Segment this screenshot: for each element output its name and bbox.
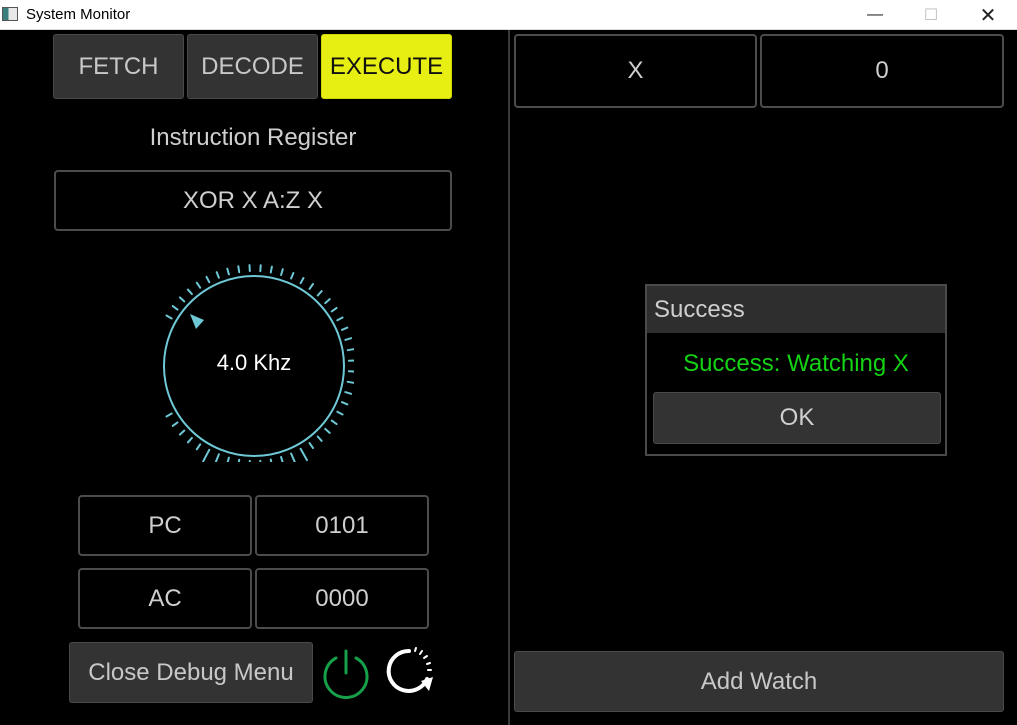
dial-tick (237, 265, 241, 274)
dial-tick (226, 267, 230, 276)
dial-tick (280, 456, 286, 471)
dial-tick (269, 265, 273, 274)
dial-tick (236, 458, 241, 474)
dial-tick (308, 283, 314, 290)
execute-button[interactable]: EXECUTE (321, 34, 452, 99)
dial-tick (336, 410, 344, 416)
dial-tick (248, 459, 251, 475)
dial-tick (165, 412, 173, 418)
register-value-pc: 0101 (255, 495, 429, 556)
watch-variable-name: X (514, 34, 757, 108)
dial-tick (324, 298, 331, 305)
restart-button[interactable] (383, 645, 435, 697)
window-title: System Monitor (26, 6, 131, 23)
title-bar: System Monitor — ☐ ✕ (0, 0, 1017, 30)
dial-tick (316, 435, 323, 442)
power-button[interactable] (321, 647, 371, 699)
dial-tick (299, 277, 305, 285)
dial-tick (316, 290, 323, 297)
dial-tick (213, 453, 220, 468)
fetch-button[interactable]: FETCH (53, 34, 184, 99)
dialog-ok-button[interactable]: OK (653, 392, 941, 444)
add-watch-button[interactable]: Add Watch (514, 651, 1004, 712)
dial-tick (186, 288, 193, 296)
dial-tick (171, 421, 179, 427)
register-value-ac: 0000 (255, 568, 429, 629)
panel-divider (508, 30, 510, 725)
clock-speed-label: 4.0 Khz (216, 350, 292, 375)
dial-tick (259, 459, 263, 475)
minimize-button[interactable]: — (846, 0, 904, 30)
dialog-message: Success: Watching X (683, 350, 909, 377)
dial-tick (290, 272, 295, 280)
dial-pointer-icon (190, 314, 204, 329)
register-name-pc: PC (78, 495, 252, 556)
dial-tick (215, 271, 220, 279)
close-button[interactable]: ✕ (959, 0, 1017, 30)
dial-tick (195, 281, 202, 289)
dial-tick (340, 401, 349, 406)
register-name-ac: AC (78, 568, 252, 629)
restart-icon (386, 647, 433, 693)
app-icon (2, 7, 18, 21)
instruction-register-heading: Instruction Register (149, 124, 357, 151)
dial-tick (165, 314, 173, 320)
dial-tick (186, 436, 193, 444)
dial-tick (195, 443, 202, 451)
dial-tick (346, 380, 355, 384)
dial-tick (178, 296, 186, 303)
dial-tick (330, 306, 338, 313)
dial-tick (205, 275, 211, 284)
dial-tick (224, 456, 230, 472)
dial-tick (269, 458, 275, 474)
clock-speed-dial[interactable]: 4.0 Khz (154, 262, 356, 475)
maximize-button[interactable]: ☐ (902, 0, 960, 30)
dial-tick (340, 326, 349, 331)
dial-tick (344, 391, 353, 395)
dial-tick (344, 337, 353, 341)
dial-tick (171, 305, 179, 311)
dial-tick (299, 447, 308, 462)
dial-tick (290, 452, 298, 467)
dial-tick (178, 429, 186, 436)
dial-tick (330, 419, 338, 426)
dial-tick (336, 316, 344, 322)
power-icon (323, 649, 369, 699)
dial-tick (202, 448, 211, 463)
dial-tick (280, 268, 284, 276)
dial-tick (308, 442, 314, 449)
instruction-register-value: XOR X A:Z X (54, 170, 452, 231)
dialog-title: Success (647, 286, 945, 333)
dial-tick (324, 427, 331, 434)
close-debug-menu-button[interactable]: Close Debug Menu (69, 642, 313, 703)
decode-button[interactable]: DECODE (187, 34, 318, 99)
watch-variable-value: 0 (760, 34, 1004, 108)
success-dialog: Success Success: Watching X OK (645, 284, 947, 456)
